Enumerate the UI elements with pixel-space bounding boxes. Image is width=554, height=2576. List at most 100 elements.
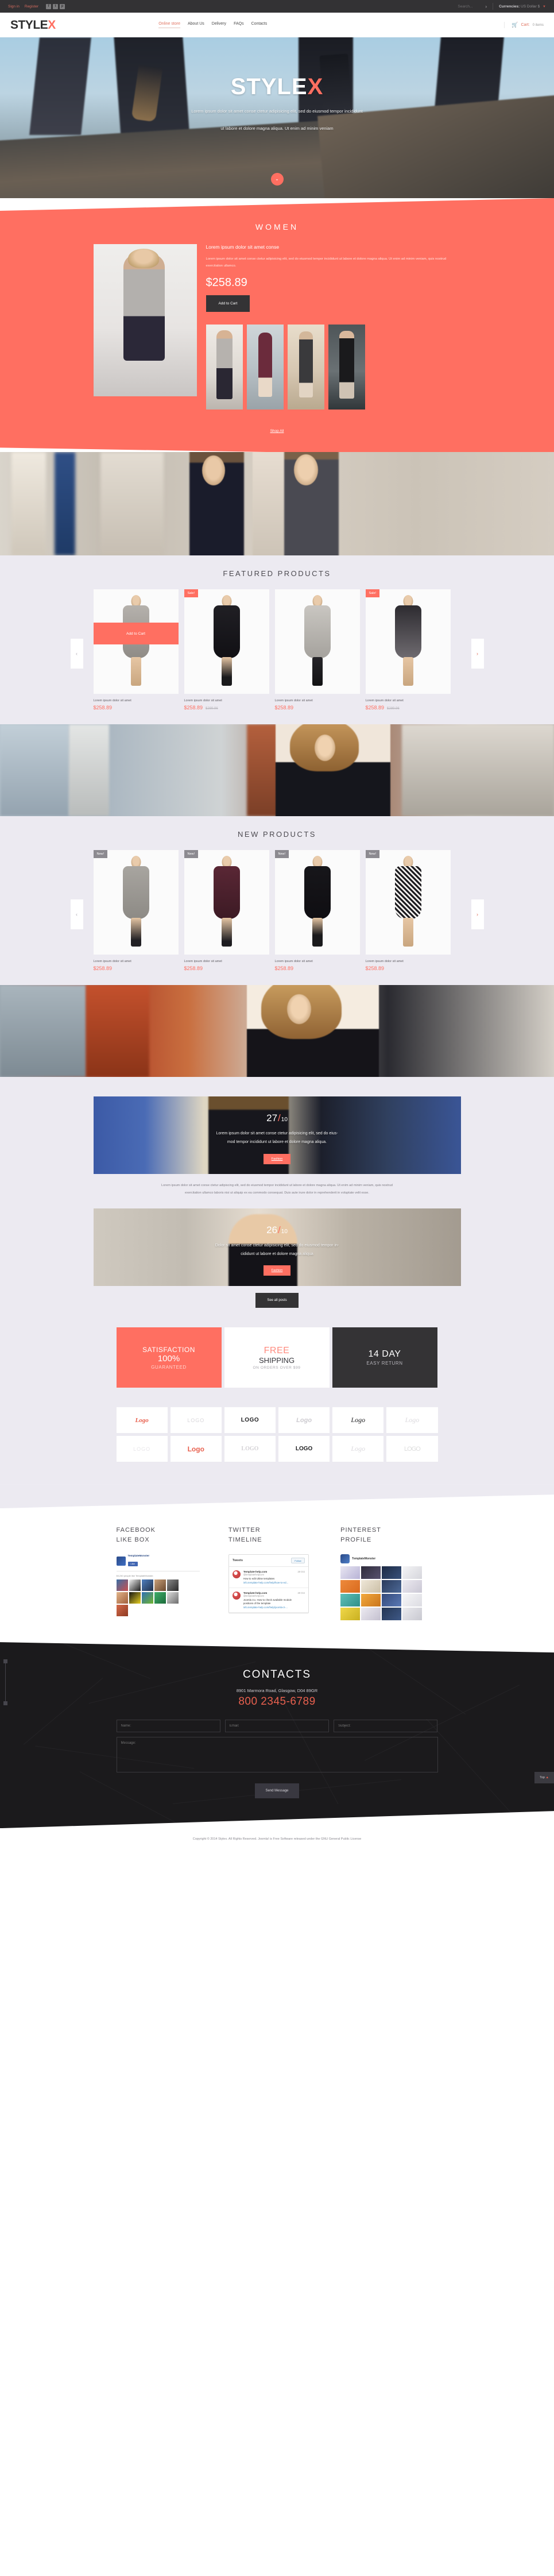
nav-item-faqs[interactable]: FAQs xyxy=(234,22,244,28)
brand-logo[interactable]: Logo xyxy=(386,1407,438,1434)
benefit-line2: 100% xyxy=(157,1353,180,1364)
product-name: Lorem ipsum dolor sit amet xyxy=(93,699,131,703)
logo[interactable]: STYLEX xyxy=(10,18,56,32)
message-field[interactable] xyxy=(117,1737,438,1772)
product-image[interactable]: New! xyxy=(365,850,451,955)
carousel-next-icon[interactable]: › xyxy=(471,899,484,930)
brand-logo[interactable]: Logo xyxy=(332,1407,384,1434)
product-image[interactable]: New! xyxy=(184,850,269,955)
product-name: Lorem ipsum dolor sit amet xyxy=(274,699,313,703)
facebook-like-box[interactable]: TemplateMonster Like 60,240 people like … xyxy=(116,1554,200,1617)
email-field[interactable] xyxy=(225,1720,329,1732)
brand-logo[interactable]: LOGO xyxy=(224,1436,276,1462)
hero-subtitle-line2: ut labore et dolore magna aliqua. Ut eni… xyxy=(220,125,334,131)
product-card[interactable]: New! Lorem ipsum dolor sit amet $258.89 xyxy=(274,850,360,971)
pinterest-icon[interactable]: p xyxy=(60,3,65,9)
signin-link[interactable]: Sign in xyxy=(8,5,20,9)
product-image[interactable]: Add to Cart xyxy=(93,589,179,694)
nav-item-online-store[interactable]: Online store xyxy=(158,22,180,28)
brand-logo[interactable]: LOGO xyxy=(386,1436,438,1462)
twitter-follow-button[interactable]: Follow xyxy=(291,1558,305,1564)
product-card[interactable]: New! Lorem ipsum dolor sit amet $258.89 xyxy=(184,850,269,971)
pinterest-profile-box[interactable]: TemplateMonster xyxy=(340,1554,424,1621)
post-category-button[interactable]: Fashion xyxy=(263,1265,291,1276)
brand-logo[interactable]: Logo xyxy=(278,1407,330,1434)
brand-row: LOGO Logo LOGO LOGO Logo LOGO xyxy=(116,1436,438,1462)
brand-logo[interactable]: Logo xyxy=(116,1407,168,1434)
product-image[interactable] xyxy=(274,589,360,694)
product-card[interactable]: New! Lorem ipsum dolor sit amet $258.89 xyxy=(93,850,179,972)
contact-form-row xyxy=(117,1720,438,1732)
shop-all-wrap: Shop All xyxy=(0,424,554,435)
cart-button[interactable]: 🛒 Cart: 0 items xyxy=(504,22,544,28)
search-input[interactable]: Search... xyxy=(458,5,472,9)
brand-logo[interactable]: Logo xyxy=(332,1436,384,1462)
product-hover-add-to-cart[interactable]: Add to Cart xyxy=(93,623,179,645)
pin xyxy=(402,1566,423,1579)
product-image[interactable]: New! xyxy=(274,850,360,955)
social-links: f t p xyxy=(46,3,65,9)
pinterest-avatar xyxy=(340,1554,350,1564)
nav-item-contacts[interactable]: Contacts xyxy=(251,22,268,28)
product-card[interactable]: Add to Cart Lorem ipsum dolor sit amet $… xyxy=(93,589,179,710)
brand-logo[interactable]: Logo xyxy=(170,1436,222,1462)
women-thumbnail[interactable] xyxy=(247,325,284,410)
see-all-posts-button[interactable]: See all posts xyxy=(255,1293,299,1308)
product-image[interactable]: Sale! xyxy=(365,589,451,694)
women-title: WOMEN xyxy=(255,222,299,231)
facebook-page-info: TemplateMonster Like xyxy=(127,1554,149,1567)
avatar xyxy=(116,1579,128,1592)
product-price: $258.89 xyxy=(93,965,113,972)
currency-selector[interactable]: Currencies: US Dollar $ ▼ xyxy=(499,5,546,9)
women-thumbnail[interactable] xyxy=(328,325,365,410)
shop-all-link[interactable]: Shop All xyxy=(270,429,284,433)
tweet-item[interactable]: Template-help.com @templatehelpcom Jooml… xyxy=(228,1588,308,1613)
contacts-section-wrap: CONTACTS 8901 Marmora Road, Glasgow, D04… xyxy=(0,1642,554,1828)
zoom-slider-track[interactable] xyxy=(5,1663,6,1701)
search-submit-icon[interactable]: › xyxy=(485,4,487,9)
women-main-image[interactable] xyxy=(94,244,197,396)
brand-logo[interactable]: LOGO xyxy=(116,1436,168,1462)
tweet-link[interactable]: info.template-help.com/help/how-to-ed... xyxy=(243,1581,295,1584)
product-card[interactable]: Sale! Lorem ipsum dolor sit amet $258.89… xyxy=(365,589,451,710)
women-thumbnail[interactable] xyxy=(288,325,324,410)
brand-logo[interactable]: LOGO xyxy=(224,1407,276,1434)
carousel-next-icon[interactable]: › xyxy=(471,639,484,669)
brand-logo[interactable]: LOGO xyxy=(170,1407,222,1434)
product-card[interactable]: Sale! Lorem ipsum dolor sit amet $258.89… xyxy=(184,589,269,710)
carousel-prev-icon[interactable]: ‹ xyxy=(70,899,83,930)
product-image[interactable]: New! xyxy=(93,850,179,955)
back-to-top-button[interactable]: Top ▲ xyxy=(534,1772,554,1784)
nav-item-about-us[interactable]: About Us xyxy=(188,22,204,28)
tweet-text: Joomla 3.x. How to check available modul… xyxy=(243,1598,292,1605)
scroll-down-icon[interactable]: ⌄ xyxy=(270,173,284,186)
twitter-timeline-box[interactable]: Tweets Follow Template-help.com @templat… xyxy=(228,1554,309,1613)
send-message-button[interactable]: Send Message xyxy=(255,1783,299,1798)
subject-field[interactable] xyxy=(334,1720,437,1732)
map-zoom-control[interactable] xyxy=(3,1659,7,1705)
name-field[interactable] xyxy=(117,1720,220,1732)
register-link[interactable]: Register xyxy=(25,5,38,9)
nav-item-delivery[interactable]: Delivery xyxy=(212,22,226,28)
women-thumbnail[interactable] xyxy=(206,325,243,410)
contact-form: Send Message xyxy=(117,1720,438,1798)
chevron-down-icon[interactable]: ▼ xyxy=(543,5,546,9)
product-image[interactable]: Sale! xyxy=(184,589,269,694)
carousel-prev-icon[interactable]: ‹ xyxy=(70,639,83,669)
brand-logo[interactable]: LOGO xyxy=(278,1436,330,1462)
twitter-icon[interactable]: t xyxy=(53,3,59,9)
sale-badge: Sale! xyxy=(365,589,380,598)
facebook-icon[interactable]: f xyxy=(46,3,52,9)
twitter-column: TWITTER TIMELINE Tweets Follow Template-h… xyxy=(228,1525,326,1620)
tweet-item[interactable]: Template-help.com @templatehelpcom How t… xyxy=(228,1567,308,1588)
search-box[interactable]: Search... › xyxy=(458,4,487,9)
tweet-link[interactable]: info.template-help.com/help/joomla-3-... xyxy=(243,1606,295,1609)
add-to-cart-button[interactable]: Add to Cart xyxy=(206,295,250,312)
zoom-out-icon[interactable] xyxy=(3,1701,7,1705)
contacts-phone[interactable]: 800 2345-6789 xyxy=(117,1696,438,1708)
facebook-like-button[interactable]: Like xyxy=(127,1561,138,1566)
post-category-button[interactable]: Fashion xyxy=(263,1153,291,1164)
product-card[interactable]: New! Lorem ipsum dolor sit amet $258.89 xyxy=(365,850,451,971)
product-card[interactable]: Lorem ipsum dolor sit amet $258.89 xyxy=(274,589,360,710)
zoom-in-icon[interactable] xyxy=(3,1659,7,1663)
